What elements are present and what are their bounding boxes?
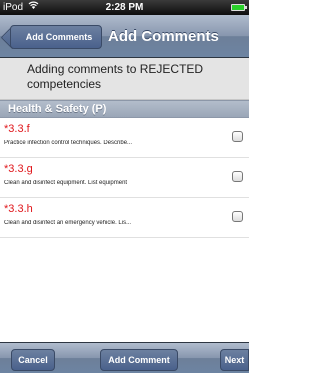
list-item[interactable]: *3.3.h Clean and disinfect an emergency … — [0, 198, 249, 238]
info-message-line-2: competencies — [27, 77, 102, 91]
bottom-toolbar: Cancel Add Comment Next — [0, 342, 249, 373]
next-button[interactable]: Next — [220, 349, 249, 371]
competency-code: *3.3.h — [4, 203, 33, 215]
competency-description: Clean and disinfect equipment. List equi… — [4, 180, 128, 186]
page-title: Add Comments — [108, 28, 219, 45]
navigation-bar: Add Comments Add Comments — [0, 15, 249, 58]
checkbox[interactable] — [232, 211, 243, 222]
info-message-line-1: Adding comments to REJECTED — [27, 62, 204, 76]
list-item[interactable]: *3.3.g Clean and disinfect equipment. Li… — [0, 158, 249, 198]
competency-code: *3.3.g — [4, 163, 33, 175]
cancel-button[interactable]: Cancel — [11, 349, 55, 371]
info-message: Adding comments to REJECTED competencies — [0, 58, 249, 100]
competency-list: *3.3.f Practice infection control techni… — [0, 118, 249, 238]
checkbox[interactable] — [232, 171, 243, 182]
competency-code: *3.3.f — [4, 123, 30, 135]
back-button-wrap: Add Comments — [0, 15, 110, 58]
status-bar: iPod 2:28 PM — [0, 0, 249, 15]
add-comment-button[interactable]: Add Comment — [100, 349, 178, 371]
back-button[interactable]: Add Comments — [10, 25, 102, 49]
section-header: Health & Safety (P) — [0, 100, 249, 118]
competency-description: Clean and disinfect an emergency vehicle… — [4, 220, 132, 226]
list-item[interactable]: *3.3.f Practice infection control techni… — [0, 118, 249, 158]
checkbox[interactable] — [232, 131, 243, 142]
competency-description: Practice infection control techniques. D… — [4, 140, 133, 146]
battery-icon — [231, 4, 247, 11]
status-time: 2:28 PM — [105, 2, 144, 13]
